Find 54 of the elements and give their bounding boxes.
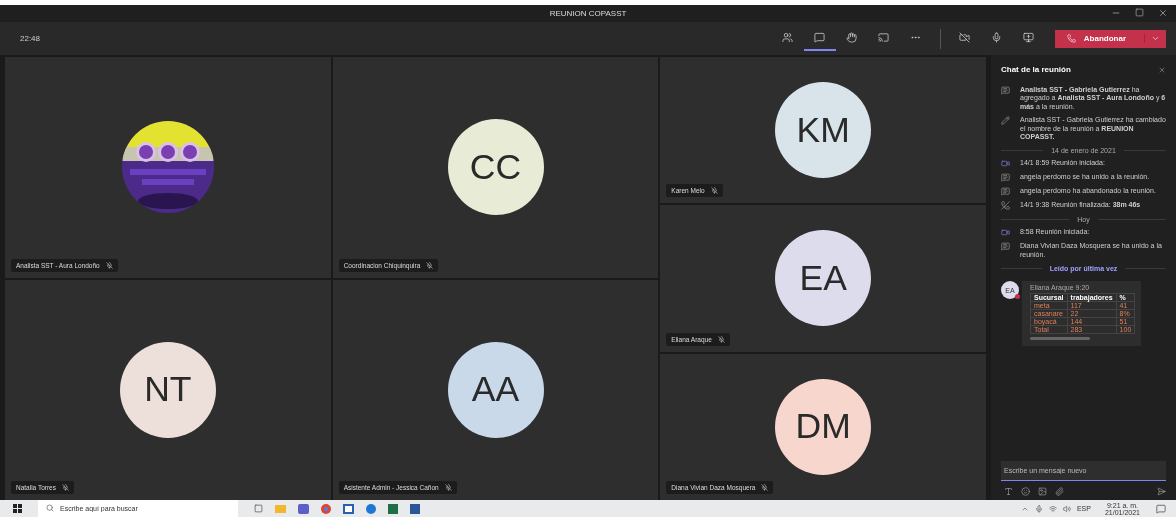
close-icon: [1158, 65, 1166, 74]
close-icon: [1158, 8, 1168, 18]
mic-off-icon: [761, 484, 769, 491]
chat-event-icon: [1001, 242, 1010, 252]
people-icon: [782, 32, 794, 43]
scrollbar[interactable]: [1030, 337, 1090, 341]
video-icon: [1001, 159, 1010, 169]
search-icon: [46, 504, 54, 512]
participant-avatar: CC: [447, 119, 544, 216]
mic-off-icon: [444, 484, 452, 491]
participant-avatar: KM: [775, 82, 872, 179]
microphone-icon: [1034, 504, 1043, 513]
window-title: REUNION COPASST: [549, 9, 627, 18]
cast-icon: [878, 32, 890, 43]
mic-off-icon: [426, 261, 434, 269]
task-view-icon: [254, 504, 263, 513]
participant-avatar: DM: [775, 378, 872, 475]
microphone-icon: [991, 32, 1003, 43]
photo-app-icon[interactable]: [343, 503, 354, 514]
chat-icon: [814, 32, 826, 43]
chat-title: Chat de la reunión: [1001, 65, 1071, 74]
browser-icon[interactable]: [321, 503, 331, 514]
network-icon: [1048, 504, 1057, 513]
meeting-timer: 22:48: [20, 34, 42, 43]
format-icon: [1004, 487, 1013, 496]
send-icon: [1157, 487, 1166, 496]
phone-icon: [1066, 34, 1076, 43]
attach-icon: [1055, 487, 1064, 496]
status-dot: [1015, 294, 1020, 300]
mic-off-icon: [62, 484, 69, 491]
mic-off-icon: [105, 261, 113, 269]
video-icon: [1001, 228, 1010, 238]
participant-avatar: AA: [447, 341, 544, 438]
leave-button[interactable]: Abandonar: [1054, 29, 1166, 48]
windows-start-icon[interactable]: [13, 504, 22, 513]
hand-icon: [846, 32, 858, 43]
maximize-icon: [1135, 8, 1144, 17]
call-end-icon: [1001, 201, 1010, 211]
mic-off-icon: [710, 187, 718, 195]
team-app-icon[interactable]: [298, 503, 309, 514]
share-screen-icon: [1023, 32, 1035, 43]
pencil-icon: [1001, 116, 1010, 126]
mic-off-icon: [717, 335, 725, 343]
chat-event-icon: [1001, 173, 1010, 183]
emoji-icon: [1021, 487, 1030, 496]
chat-event-icon: [1001, 86, 1010, 95]
caret-icon: [1151, 34, 1160, 43]
participant-avatar: EA: [775, 230, 872, 327]
camera-off-icon: [959, 32, 971, 43]
spreadsheet-app-icon[interactable]: [388, 503, 398, 514]
participant-avatar: NT: [119, 341, 216, 438]
notification-icon: [1156, 503, 1166, 514]
chat-event-icon: [1001, 187, 1010, 197]
volume-icon: [1062, 504, 1071, 513]
